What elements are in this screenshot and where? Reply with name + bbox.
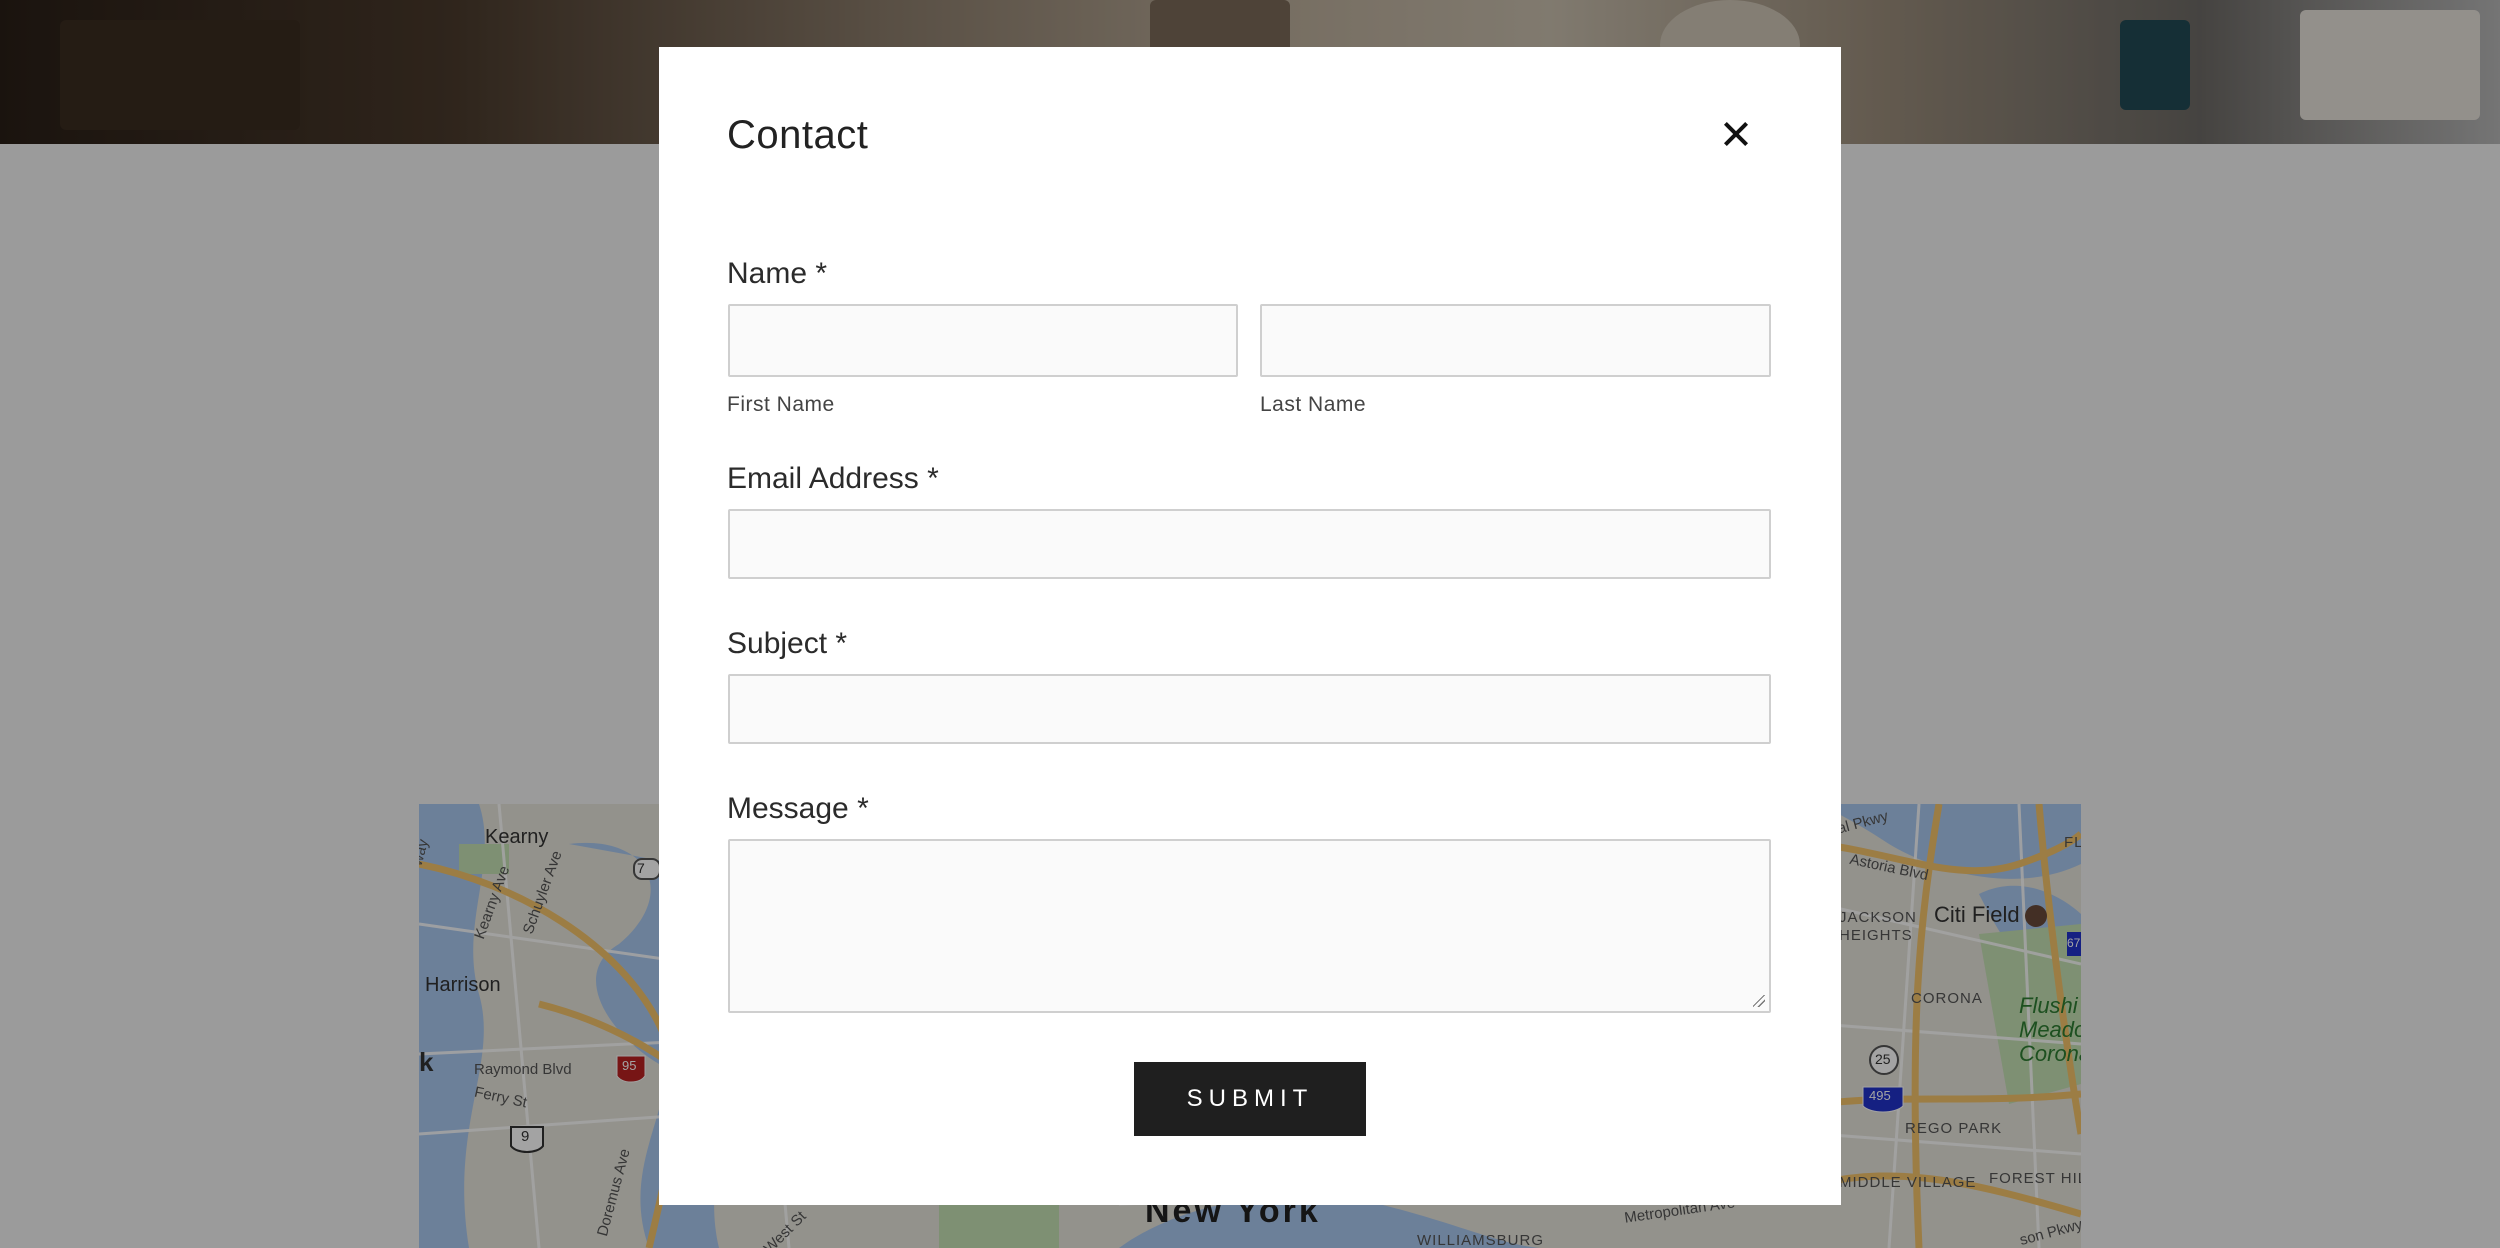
last-name-sublabel: Last Name — [1260, 393, 1367, 416]
close-icon[interactable] — [1721, 119, 1751, 149]
modal-title: Contact — [727, 113, 869, 157]
submit-button[interactable]: SUBMIT — [1134, 1062, 1366, 1136]
subject-field[interactable] — [728, 674, 1771, 744]
last-name-input[interactable] — [1262, 306, 1769, 375]
message-textarea[interactable] — [730, 841, 1769, 1011]
last-name-field[interactable] — [1260, 304, 1771, 377]
email-field[interactable] — [728, 509, 1771, 579]
contact-modal: Contact Name * First Name Last Name Emai… — [659, 47, 1841, 1205]
message-label: Message * — [727, 792, 869, 825]
email-label: Email Address * — [727, 462, 939, 495]
subject-label: Subject * — [727, 627, 848, 660]
email-input[interactable] — [730, 511, 1769, 577]
name-label: Name * — [727, 257, 828, 290]
first-name-sublabel: First Name — [727, 393, 835, 416]
message-field[interactable] — [728, 839, 1771, 1013]
subject-input[interactable] — [730, 676, 1769, 742]
resize-handle-icon[interactable] — [1753, 995, 1765, 1007]
first-name-input[interactable] — [730, 306, 1236, 375]
first-name-field[interactable] — [728, 304, 1238, 377]
